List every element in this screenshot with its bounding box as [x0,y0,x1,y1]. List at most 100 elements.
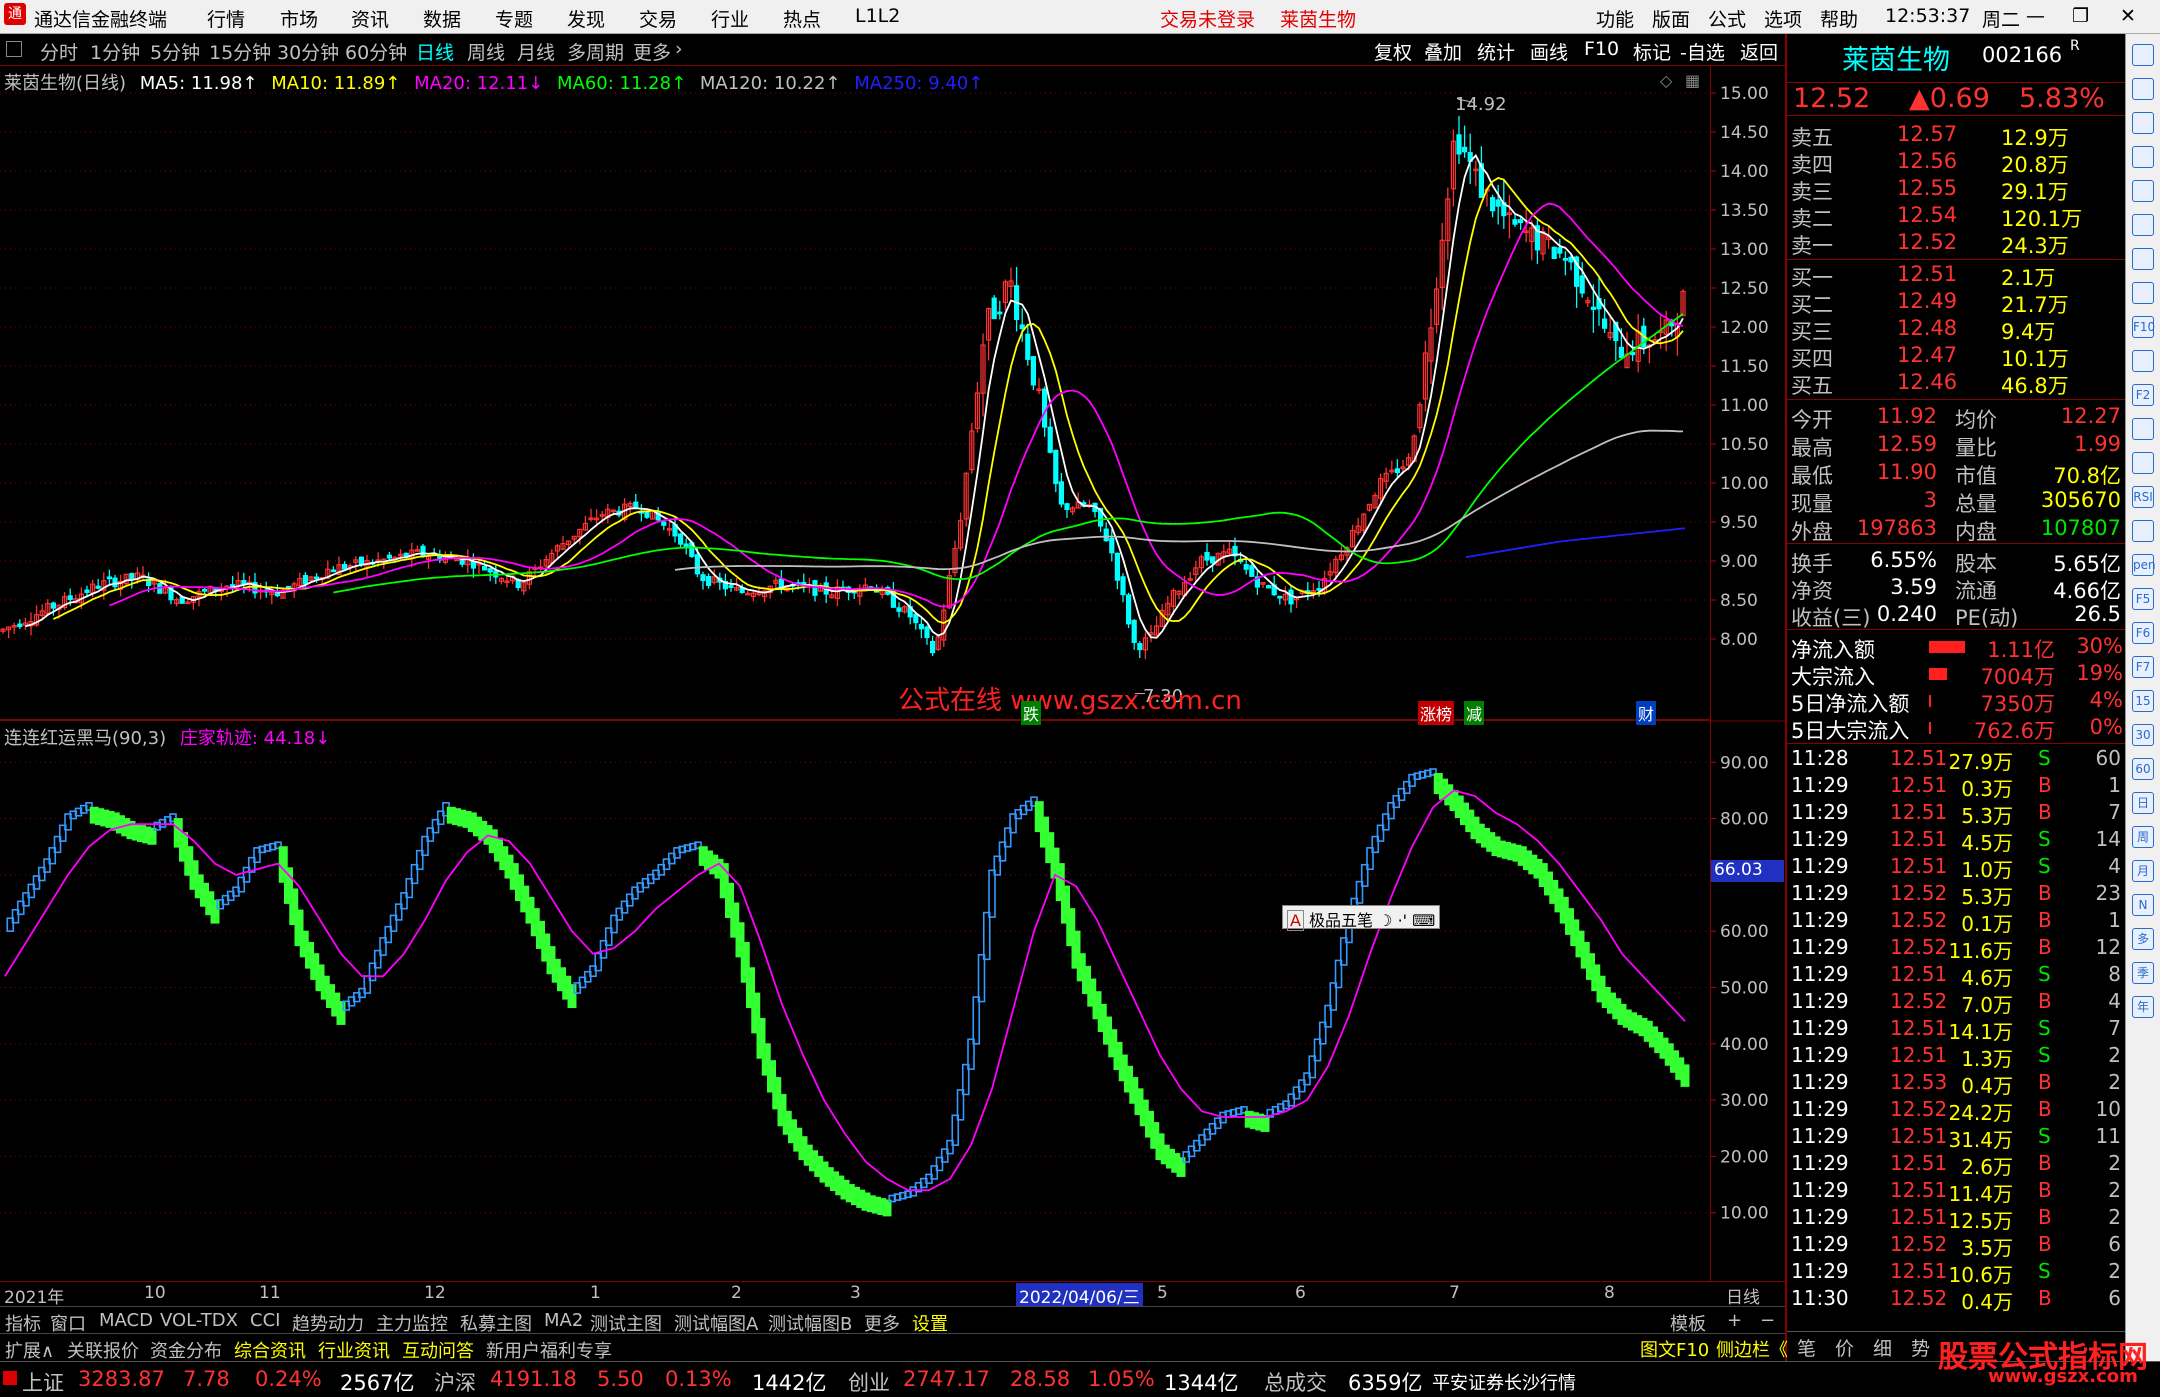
tool-back[interactable]: 返回 [1740,38,1778,65]
zoom-out-icon[interactable]: − [1760,1310,1775,1331]
ask-row[interactable]: 卖三 12.55 29.1万 [1787,176,2127,204]
menu-discover[interactable]: 发现 [567,5,605,32]
trade-row[interactable]: 11:29 12.52 7.0万 B 4 [1787,989,2127,1017]
ask-row[interactable]: 卖五 12.57 12.9万 [1787,122,2127,150]
f10-link[interactable]: 图文F10 [1640,1336,1709,1362]
trade-login-status[interactable]: 交易未登录 [1160,5,1255,32]
tab-fund-distribution[interactable]: 资金分布 [150,1337,222,1363]
trade-row[interactable]: 11:29 12.52 5.3万 B 23 [1787,881,2127,909]
indicator-chart[interactable]: 连连红运黑马(90,3) 庄家轨迹: 44.18↓ A 极品五笔 ☽ ·' ⌨ [0,721,1710,1281]
trade-row[interactable]: 11:29 12.51 10.6万 S 2 [1787,1259,2127,1287]
trade-row[interactable]: 11:29 12.51 1.3万 S 2 [1787,1043,2127,1071]
trade-row[interactable]: 11:29 12.51 11.4万 B 2 [1787,1178,2127,1206]
panel-toggle-icon[interactable] [6,41,22,57]
tool-stats[interactable]: 统计 [1477,38,1515,65]
tab-new-user[interactable]: 新用户福利专享 [486,1337,612,1363]
index-hs-name[interactable]: 沪深 [434,1367,476,1397]
bid-row[interactable]: 买五 12.46 46.8万 [1787,370,2127,398]
period-60min[interactable]: 60分钟 [345,38,407,65]
menu-quotes[interactable]: 行情 [207,5,245,32]
15-icon[interactable]: 15 [2132,690,2154,712]
bid-row[interactable]: 买一 12.51 2.1万 [1787,262,2127,290]
F7-icon[interactable]: F7 [2132,656,2154,678]
tool-watchlist[interactable]: -自选 [1680,38,1725,65]
menu-industry[interactable]: 行业 [711,5,749,32]
list-icon[interactable] [2132,350,2154,372]
trade-row[interactable]: 11:28 12.51 27.9万 S 60 [1787,746,2127,774]
menu-news[interactable]: 资讯 [351,5,389,32]
menu-formula[interactable]: 公式 [1708,5,1746,32]
trade-row[interactable]: 11:29 12.52 3.5万 B 6 [1787,1232,2127,1260]
tab-price[interactable]: 价 [1835,1334,1854,1361]
F5-icon[interactable]: F5 [2132,588,2154,610]
trade-row[interactable]: 11:29 12.51 1.0万 S 4 [1787,854,2127,882]
tool-mark[interactable]: 标记 [1633,38,1671,65]
tab-related-quotes[interactable]: 关联报价 [67,1337,139,1363]
ask-row[interactable]: 卖四 12.56 20.8万 [1787,149,2127,177]
menu-function[interactable]: 功能 [1596,5,1634,32]
index-sh-name[interactable]: 上证 [22,1367,64,1397]
menu-l1l2[interactable]: L1L2 [855,5,900,27]
trade-row[interactable]: 11:29 12.51 12.5万 B 2 [1787,1205,2127,1233]
menu-layout[interactable]: 版面 [1652,5,1690,32]
period-weekly[interactable]: 周线 [467,38,505,65]
trade-row[interactable]: 11:29 12.51 2.6万 B 2 [1787,1151,2127,1179]
F6-icon[interactable]: F6 [2132,622,2154,644]
F10-icon[interactable]: F10 [2132,316,2155,338]
月-icon[interactable]: 月 [2132,860,2154,882]
ask-row[interactable]: 卖二 12.54 120.1万 [1787,203,2127,231]
period-monthly[interactable]: 月线 [517,38,555,65]
menu-options[interactable]: 选项 [1764,5,1802,32]
period-5min[interactable]: 5分钟 [150,38,200,65]
minimize-icon[interactable]: — [2026,5,2045,27]
trade-row[interactable]: 11:30 12.52 0.4万 B 6 [1787,1286,2127,1314]
bid-row[interactable]: 买三 12.48 9.4万 [1787,316,2127,344]
down-arrow-icon[interactable] [2132,78,2154,100]
period-more[interactable]: 更多 [633,38,671,65]
RSI-icon[interactable]: RSI [2132,486,2154,508]
circle-icon[interactable] [2132,418,2154,440]
menu-market[interactable]: 市场 [280,5,318,32]
sidebar-toggle[interactable]: 侧边栏《 [1716,1336,1788,1362]
tab-detail[interactable]: 细 [1873,1334,1892,1361]
line-icon[interactable] [2132,180,2154,202]
period-timeshare[interactable]: 分时 [40,38,78,65]
tab-qa[interactable]: 互动问答 [402,1337,474,1363]
period-15min[interactable]: 15分钟 [209,38,271,65]
季-icon[interactable]: 季 [2132,962,2154,984]
period-30min[interactable]: 30分钟 [277,38,339,65]
period-daily[interactable]: 日线 [416,38,454,65]
tool-f10[interactable]: F10 [1584,38,1619,60]
周-icon[interactable]: 周 [2132,826,2154,848]
日-icon[interactable]: 日 [2132,792,2154,814]
broker-name[interactable]: 平安证券长沙行情 [1432,1369,1576,1395]
tick-trades[interactable]: 11:28 12.51 27.9万 S 60 11:29 12.51 0.3万 B 1 11:29 1… [1787,746,2127,1321]
trade-row[interactable]: 11:29 12.51 5.3万 B 7 [1787,800,2127,828]
menu-help[interactable]: 帮助 [1820,5,1858,32]
tab-expand[interactable]: 扩展∧ [5,1337,54,1363]
tab-general-news[interactable]: 综合资讯 [234,1337,306,1363]
tab-cci[interactable]: CCI [250,1310,280,1331]
trade-row[interactable]: 11:29 12.51 14.1万 S 7 [1787,1016,2127,1044]
up-arrow-icon[interactable] [2132,44,2154,66]
chart-icon[interactable] [2132,452,2154,474]
fund-icon[interactable] [2132,282,2154,304]
ime-popup[interactable]: A 极品五笔 ☽ ·' ⌨ [1282,905,1441,931]
trade-row[interactable]: 11:29 12.51 4.6万 S 8 [1787,962,2127,990]
bid-row[interactable]: 买四 12.47 10.1万 [1787,343,2127,371]
kline-canvas[interactable]: ◇ ▦ [0,66,1710,721]
pen-icon[interactable]: pen [2132,554,2156,576]
多-icon[interactable]: 多 [2132,928,2154,950]
restore-icon[interactable]: ❐ [2072,5,2089,27]
tool-overlay[interactable]: 叠加 [1424,38,1462,65]
tab-macd[interactable]: MACD [99,1310,153,1331]
tab-ma2[interactable]: MA2 [544,1310,583,1331]
trade-row[interactable]: 11:29 12.51 0.3万 B 1 [1787,773,2127,801]
ask-row[interactable]: 卖一 12.52 24.3万 [1787,230,2127,258]
tab-ticks[interactable]: 笔 [1797,1334,1816,1361]
bars-icon[interactable] [2132,146,2154,168]
move-icon[interactable] [2132,520,2154,542]
tool-adjust[interactable]: 复权 [1374,38,1412,65]
N-icon[interactable]: N [2132,894,2154,916]
tab-industry-news[interactable]: 行业资讯 [318,1337,390,1363]
